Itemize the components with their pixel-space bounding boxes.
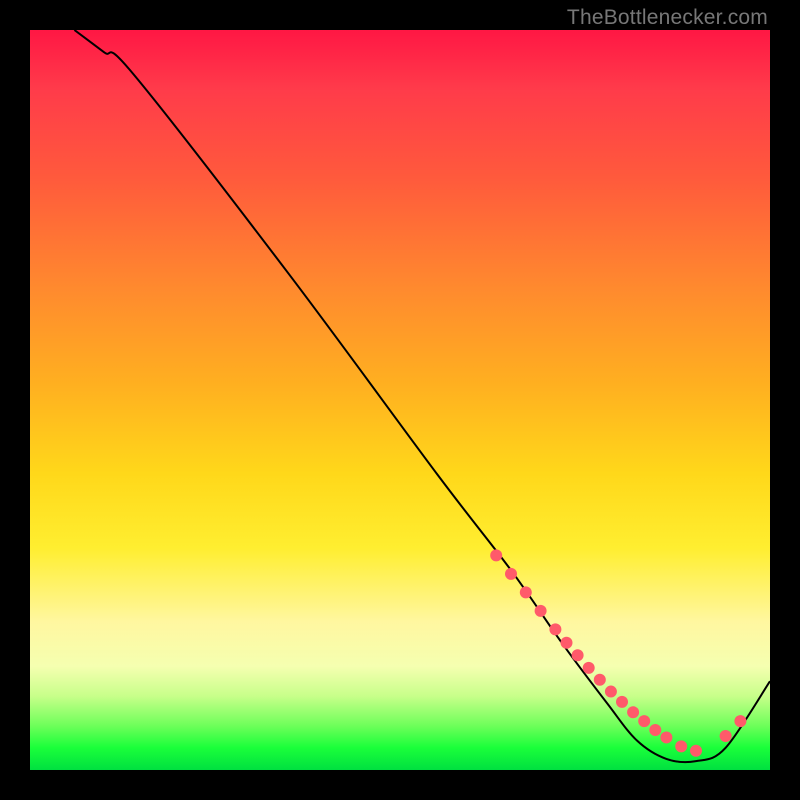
curve-marker bbox=[490, 549, 502, 561]
curve-svg bbox=[30, 30, 770, 770]
curve-marker bbox=[638, 715, 650, 727]
curve-marker bbox=[627, 706, 639, 718]
curve-marker bbox=[549, 623, 561, 635]
curve-marker bbox=[572, 649, 584, 661]
curve-marker bbox=[520, 586, 532, 598]
curve-marker bbox=[561, 637, 573, 649]
curve-marker bbox=[660, 731, 672, 743]
curve-marker bbox=[649, 724, 661, 736]
curve-marker bbox=[690, 745, 702, 757]
watermark-text: TheBottlenecker.com bbox=[567, 6, 768, 30]
chart-frame: TheBottlenecker.com bbox=[0, 0, 800, 800]
bottleneck-curve bbox=[74, 30, 770, 762]
curve-marker bbox=[535, 605, 547, 617]
curve-markers bbox=[490, 549, 746, 756]
curve-marker bbox=[583, 662, 595, 674]
curve-marker bbox=[505, 568, 517, 580]
gradient-plot-area bbox=[30, 30, 770, 770]
curve-marker bbox=[605, 686, 617, 698]
curve-marker bbox=[594, 674, 606, 686]
curve-marker bbox=[616, 696, 628, 708]
curve-marker bbox=[720, 730, 732, 742]
curve-marker bbox=[734, 715, 746, 727]
curve-marker bbox=[675, 740, 687, 752]
